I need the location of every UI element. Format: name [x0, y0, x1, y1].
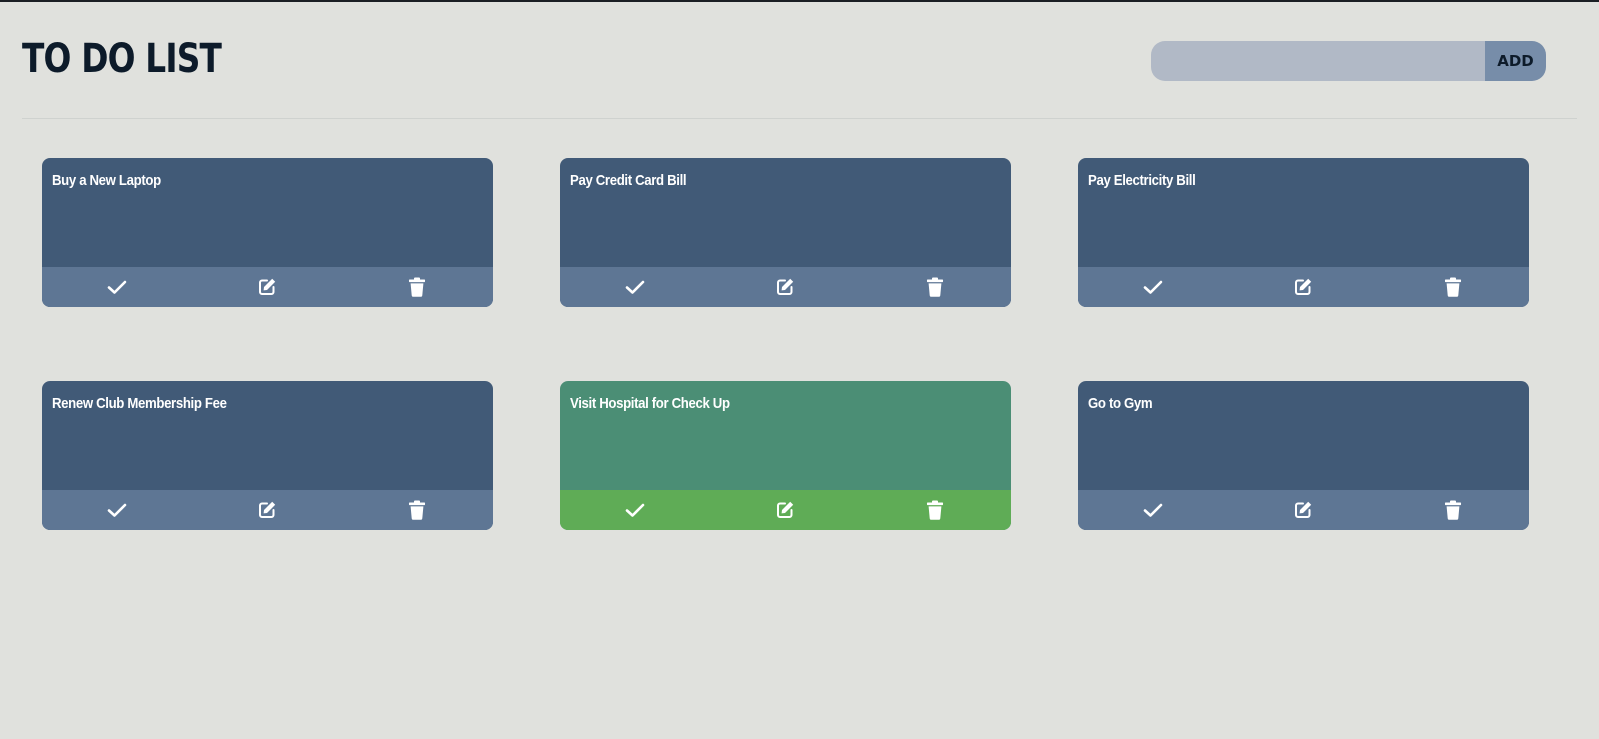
edit-button[interactable]	[192, 490, 342, 530]
delete-button[interactable]	[342, 490, 492, 530]
trash-icon	[1444, 500, 1462, 520]
complete-button[interactable]	[42, 267, 192, 307]
task-text: Go to Gym	[1088, 395, 1153, 412]
edit-icon	[775, 500, 795, 520]
task-card-body: Go to Gym	[1078, 381, 1529, 490]
trash-icon	[1444, 277, 1462, 297]
edit-button[interactable]	[1228, 267, 1378, 307]
delete-button[interactable]	[342, 267, 492, 307]
check-icon	[625, 279, 645, 295]
check-icon	[107, 502, 127, 518]
add-button[interactable]: ADD	[1485, 41, 1546, 81]
delete-button[interactable]	[860, 267, 1010, 307]
trash-icon	[408, 500, 426, 520]
task-actions	[560, 490, 1011, 530]
task-card-body: Visit Hospital for Check Up	[560, 381, 1011, 490]
task-card-body: Buy a New Laptop	[42, 158, 493, 267]
trash-icon	[408, 277, 426, 297]
page-title: TO DO LIST	[22, 36, 222, 82]
task-text: Pay Electricity Bill	[1088, 172, 1196, 189]
delete-button[interactable]	[1378, 267, 1528, 307]
task-input[interactable]	[1151, 41, 1485, 81]
check-icon	[625, 502, 645, 518]
task-card-body: Pay Credit Card Bill	[560, 158, 1011, 267]
check-icon	[1143, 502, 1163, 518]
task-card: Go to Gym	[1078, 381, 1529, 530]
trash-icon	[926, 500, 944, 520]
edit-icon	[775, 277, 795, 297]
edit-icon	[257, 277, 277, 297]
task-actions	[1078, 490, 1529, 530]
edit-button[interactable]	[710, 490, 860, 530]
task-actions	[42, 267, 493, 307]
complete-button[interactable]	[1078, 267, 1228, 307]
edit-icon	[257, 500, 277, 520]
complete-button[interactable]	[42, 490, 192, 530]
edit-button[interactable]	[192, 267, 342, 307]
complete-button[interactable]	[560, 267, 710, 307]
delete-button[interactable]	[1378, 490, 1528, 530]
task-text: Renew Club Membership Fee	[52, 395, 227, 412]
task-text: Pay Credit Card Bill	[570, 172, 687, 189]
complete-button[interactable]	[1078, 490, 1228, 530]
add-task-form: ADD	[1151, 41, 1546, 81]
edit-icon	[1293, 277, 1313, 297]
task-grid: Buy a New Laptop Pay Credit Card Bill Pa…	[42, 158, 1542, 530]
task-card-body: Pay Electricity Bill	[1078, 158, 1529, 267]
edit-icon	[1293, 500, 1313, 520]
task-card-body: Renew Club Membership Fee	[42, 381, 493, 490]
complete-button[interactable]	[560, 490, 710, 530]
task-text: Buy a New Laptop	[52, 172, 161, 189]
check-icon	[107, 279, 127, 295]
task-card: Renew Club Membership Fee	[42, 381, 493, 530]
task-card-completed: Visit Hospital for Check Up	[560, 381, 1011, 530]
edit-button[interactable]	[1228, 490, 1378, 530]
task-card: Buy a New Laptop	[42, 158, 493, 307]
task-actions	[1078, 267, 1529, 307]
edit-button[interactable]	[710, 267, 860, 307]
check-icon	[1143, 279, 1163, 295]
task-card: Pay Electricity Bill	[1078, 158, 1529, 307]
delete-button[interactable]	[860, 490, 1010, 530]
task-actions	[560, 267, 1011, 307]
task-text: Visit Hospital for Check Up	[570, 395, 730, 412]
trash-icon	[926, 277, 944, 297]
app-header: TO DO LIST ADD	[22, 2, 1577, 119]
task-card: Pay Credit Card Bill	[560, 158, 1011, 307]
task-actions	[42, 490, 493, 530]
